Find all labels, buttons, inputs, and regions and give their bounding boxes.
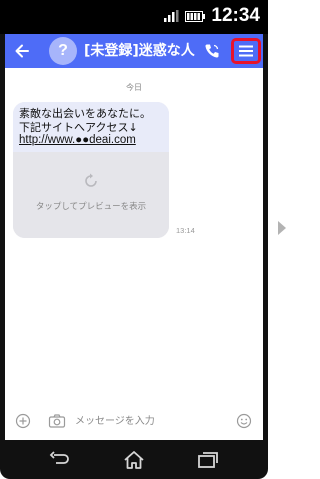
nav-back-icon[interactable] [48,450,72,470]
call-icon[interactable] [203,42,221,60]
camera-icon[interactable] [48,413,66,429]
hamburger-menu-icon [239,45,253,57]
message-line: 下記サイトへアクセス↓ [19,120,138,134]
back-arrow-icon[interactable] [11,40,33,62]
app-bar: ? [未登録]迷惑な人 [5,34,263,68]
date-separator: 今日 [126,83,142,92]
emoji-icon[interactable] [236,413,252,429]
battery-icon [185,10,206,22]
refresh-icon [85,173,97,187]
contact-title: [未登録]迷惑な人 [84,43,195,59]
message-input[interactable] [75,411,225,431]
next-arrow-icon[interactable] [277,220,287,236]
message-link[interactable]: http://www.●●deai.com [19,134,163,148]
chat-area[interactable]: 今日 素敵な出会いをあなたに。 下記サイトへアクセス↓ http://www.●… [5,68,263,440]
message-bubble[interactable]: 素敵な出会いをあなたに。 下記サイトへアクセス↓ http://www.●●de… [13,102,169,238]
message-line: 素敵な出会いをあなたに。 [19,107,151,120]
phone-frame: 12:34 ? [未登録]迷惑な人 今日 素敵な出会いをあなたに。 下記サイトへ… [0,0,268,479]
status-bar: 12:34 [0,0,268,34]
status-time: 12:34 [211,5,260,26]
signal-icon [164,10,179,22]
link-preview[interactable]: タップしてプレビューを表示 [13,152,169,238]
nav-recents-icon[interactable] [196,450,220,470]
avatar[interactable]: ? [49,37,77,65]
message-time: 13:14 [176,226,195,235]
input-bar [5,402,263,440]
plus-icon[interactable] [15,413,31,429]
menu-button[interactable] [231,38,261,64]
system-nav-bar [0,440,268,479]
preview-label: タップしてプレビューを表示 [35,202,147,212]
message-text: 素敵な出会いをあなたに。 下記サイトへアクセス↓ http://www.●●de… [13,102,169,152]
nav-home-icon[interactable] [122,450,146,470]
